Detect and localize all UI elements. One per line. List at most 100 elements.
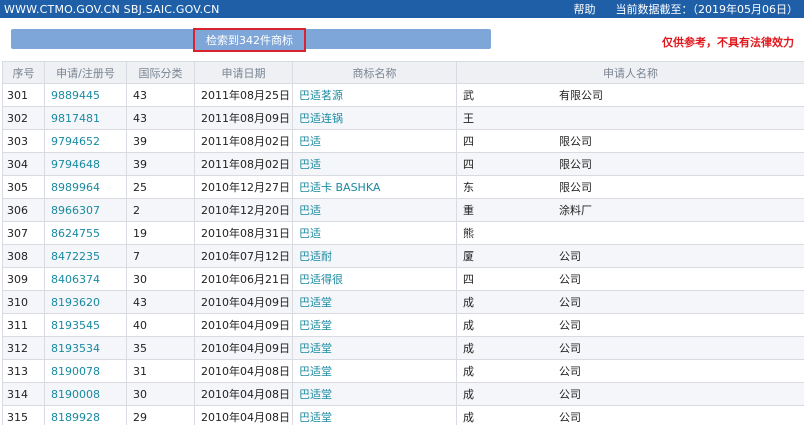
registration-number-link[interactable]: 9794652 (44, 129, 127, 153)
registration-number-link[interactable]: 8189928 (44, 405, 127, 425)
result-count-label: 检索到342件商标 (193, 28, 306, 52)
top-bar-right: 帮助 当前数据截至：（2019年05月06日） (574, 1, 799, 17)
row-number: 312 (2, 336, 45, 360)
applicant-cell: 四 公司 (456, 267, 804, 291)
registration-number-link[interactable]: 8472235 (44, 244, 127, 268)
row-number: 310 (2, 290, 45, 314)
registration-number-link[interactable]: 8193534 (44, 336, 127, 360)
registration-number-link[interactable]: 8193620 (44, 290, 127, 314)
table-row: 302 9817481 43 2011年08月09日 巴适连锅王 (2, 106, 804, 130)
table-row: 308 8472235 7 2010年07月12日 巴适耐厦 公司 (2, 244, 804, 268)
trademark-name-link[interactable]: 巴适堂 (292, 382, 457, 406)
registration-number-link[interactable]: 8624755 (44, 221, 127, 245)
class-cell: 19 (126, 221, 195, 245)
trademark-name-link[interactable]: 巴适堂 (292, 336, 457, 360)
table-header-row: 序号 申请/注册号 国际分类 申请日期 商标名称 申请人名称 (2, 61, 804, 84)
date-cell: 2010年04月08日 (194, 359, 293, 383)
date-cell: 2010年07月12日 (194, 244, 293, 268)
class-cell: 29 (126, 405, 195, 425)
trademark-name-link[interactable]: 巴适 (292, 152, 457, 176)
date-cell: 2010年04月08日 (194, 382, 293, 406)
registration-number-link[interactable]: 8193545 (44, 313, 127, 337)
applicant-cell: 成 公司 (456, 382, 804, 406)
row-number: 313 (2, 359, 45, 383)
applicant-name-end: 公司 (559, 388, 581, 401)
applicant-name-start: 四 (463, 273, 474, 286)
date-cell: 2011年08月02日 (194, 129, 293, 153)
applicant-cell: 四 限公司 (456, 129, 804, 153)
applicant-name-start: 成 (463, 365, 474, 378)
applicant-cell: 成 公司 (456, 405, 804, 425)
date-cell: 2010年04月09日 (194, 313, 293, 337)
applicant-cell: 成 公司 (456, 336, 804, 360)
registration-number-link[interactable]: 9889445 (44, 83, 127, 107)
applicant-name-start: 武 (463, 89, 474, 102)
trademark-name-link[interactable]: 巴适连锅 (292, 106, 457, 130)
row-number: 301 (2, 83, 45, 107)
applicant-name-start: 成 (463, 296, 474, 309)
trademark-name-link[interactable]: 巴适 (292, 129, 457, 153)
class-cell: 40 (126, 313, 195, 337)
applicant-name-end: 限公司 (559, 135, 592, 148)
class-cell: 30 (126, 382, 195, 406)
table-row: 310 8193620 43 2010年04月09日 巴适堂成 公司 (2, 290, 804, 314)
table-row: 307 8624755 19 2010年08月31日 巴适熊 (2, 221, 804, 245)
applicant-name-end: 公司 (559, 273, 581, 286)
col-header-no[interactable]: 序号 (2, 61, 45, 84)
table-row: 311 8193545 40 2010年04月09日 巴适堂成 公司 (2, 313, 804, 337)
date-cell: 2010年04月09日 (194, 336, 293, 360)
row-number: 303 (2, 129, 45, 153)
date-cell: 2010年12月20日 (194, 198, 293, 222)
row-number: 309 (2, 267, 45, 291)
class-cell: 39 (126, 129, 195, 153)
class-cell: 43 (126, 83, 195, 107)
table-row: 315 8189928 29 2010年04月08日 巴适堂成 公司 (2, 405, 804, 425)
registration-number-link[interactable]: 8190008 (44, 382, 127, 406)
trademark-name-link[interactable]: 巴适 (292, 221, 457, 245)
applicant-cell: 王 (456, 106, 804, 130)
class-cell: 35 (126, 336, 195, 360)
applicant-name-start: 熊 (463, 227, 474, 240)
trademark-name-link[interactable]: 巴适耐 (292, 244, 457, 268)
row-number: 305 (2, 175, 45, 199)
col-header-class[interactable]: 国际分类 (126, 61, 195, 84)
row-number: 315 (2, 405, 45, 425)
applicant-cell: 重 涂料厂 (456, 198, 804, 222)
site-links[interactable]: WWW.CTMO.GOV.CN SBJ.SAIC.GOV.CN (4, 3, 220, 16)
class-cell: 2 (126, 198, 195, 222)
class-cell: 39 (126, 152, 195, 176)
col-header-applicant[interactable]: 申请人名称 (456, 61, 804, 84)
trademark-name-link[interactable]: 巴适堂 (292, 405, 457, 425)
trademark-name-link[interactable]: 巴适堂 (292, 290, 457, 314)
registration-number-link[interactable]: 8406374 (44, 267, 127, 291)
applicant-cell: 成 公司 (456, 313, 804, 337)
class-cell: 7 (126, 244, 195, 268)
registration-number-link[interactable]: 8190078 (44, 359, 127, 383)
trademark-name-link[interactable]: 巴适堂 (292, 313, 457, 337)
trademark-name-link[interactable]: 巴适 (292, 198, 457, 222)
applicant-name-start: 重 (463, 204, 474, 217)
help-link[interactable]: 帮助 (574, 1, 596, 17)
row-number: 304 (2, 152, 45, 176)
registration-number-link[interactable]: 8966307 (44, 198, 127, 222)
trademark-name-link[interactable]: 巴适卡 BASHKA (292, 175, 457, 199)
applicant-name-end: 公司 (559, 411, 581, 424)
col-header-date[interactable]: 申请日期 (194, 61, 293, 84)
col-header-trademark-name[interactable]: 商标名称 (292, 61, 457, 84)
col-header-reg-no[interactable]: 申请/注册号 (44, 61, 127, 84)
row-number: 306 (2, 198, 45, 222)
applicant-name-end: 有限公司 (559, 89, 603, 102)
trademark-name-link[interactable]: 巴适堂 (292, 359, 457, 383)
registration-number-link[interactable]: 9794648 (44, 152, 127, 176)
table-row: 305 8989964 25 2010年12月27日 巴适卡 BASHKA 东 限公司 (2, 175, 804, 199)
applicant-cell: 熊 (456, 221, 804, 245)
applicant-name-end: 限公司 (559, 158, 592, 171)
table-row: 313 8190078 31 2010年04月08日 巴适堂成 公司 (2, 359, 804, 383)
registration-number-link[interactable]: 9817481 (44, 106, 127, 130)
registration-number-link[interactable]: 8989964 (44, 175, 127, 199)
date-cell: 2010年04月09日 (194, 290, 293, 314)
trademark-name-link[interactable]: 巴适茗源 (292, 83, 457, 107)
row-number: 314 (2, 382, 45, 406)
trademark-name-link[interactable]: 巴适得很 (292, 267, 457, 291)
applicant-name-end: 限公司 (559, 181, 592, 194)
